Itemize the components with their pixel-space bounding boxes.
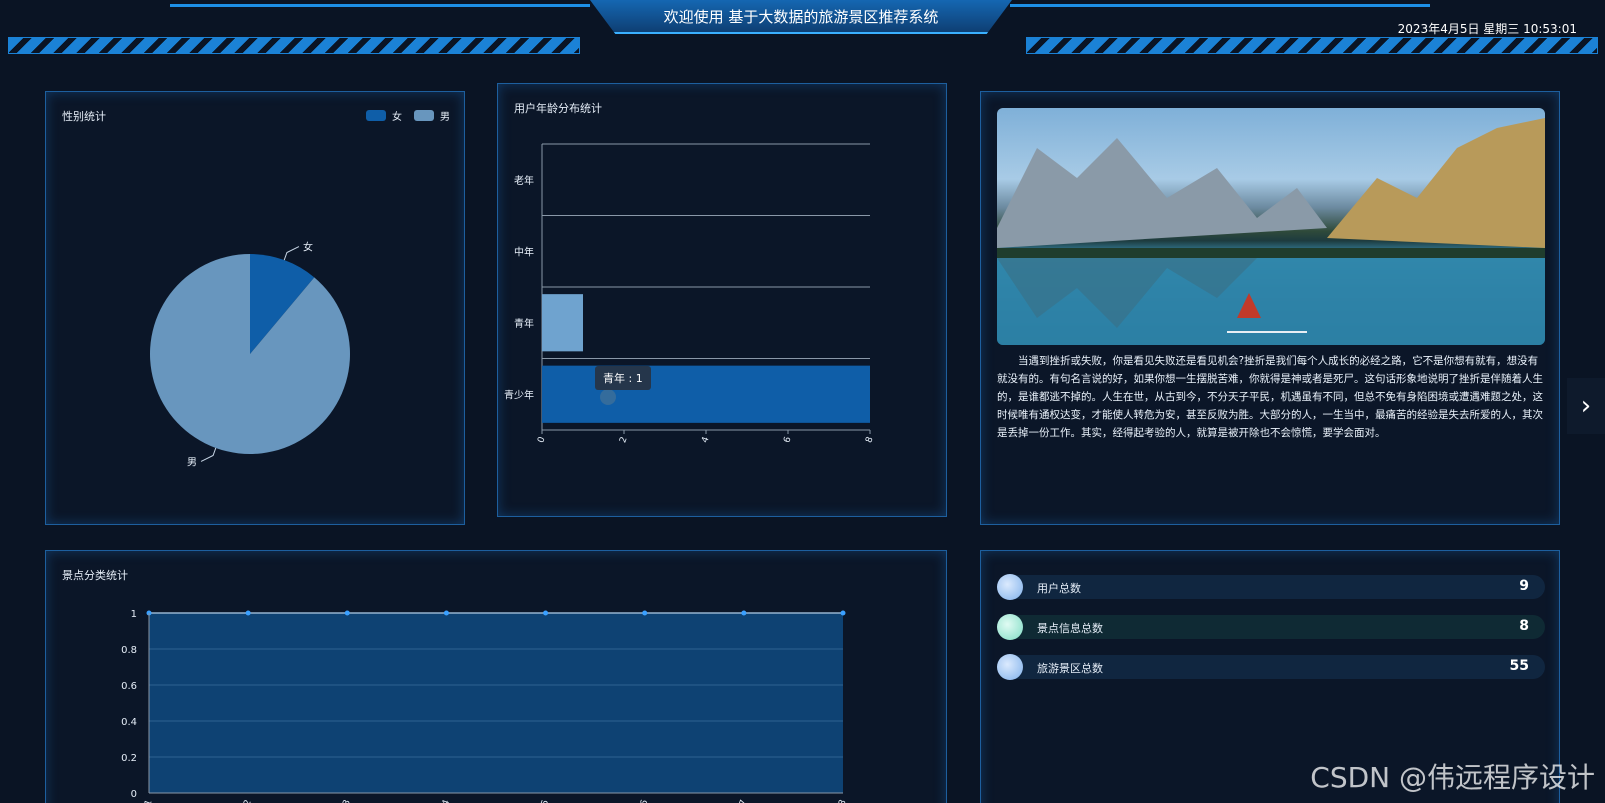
pie-label: 男 [187, 456, 197, 468]
x-tick-label: 3 [342, 799, 353, 803]
y-tick-label: 青年 [514, 317, 534, 330]
y-tick-label: 0.8 [121, 645, 137, 656]
info-panel: 当遇到挫折或失败，你是看见失败还是看见机会?挫折是我们每个人成长的必经之路，它不… [980, 91, 1560, 525]
age-bar-chart: 青少年 青年 中年 老年 0 2 4 6 8 [504, 143, 876, 445]
stat-value: 9 [1519, 578, 1529, 594]
datetime: 2023年4月5日 星期三 10:53:01 [1397, 22, 1577, 36]
stat-label: 旅游景区总数 [1037, 662, 1103, 675]
y-tick-label: 0 [131, 789, 137, 800]
next-arrow-button[interactable]: › [1567, 378, 1605, 434]
stat-row-users: 用户总数 9 [997, 574, 1545, 600]
stat-row-scenic-areas: 旅游景区总数 55 [997, 654, 1545, 680]
x-tick-label: 6 [782, 435, 793, 444]
cursor-icon [600, 389, 616, 405]
y-tick-label: 1 [131, 609, 137, 620]
stat-dot-icon [997, 574, 1023, 600]
x-tick-label: 8 [864, 435, 875, 444]
x-tick-label: 6 [639, 798, 650, 803]
scenic-panel: 景点分类统计 00.20.40.60.8112345678 [45, 550, 947, 803]
x-tick-label: 4 [441, 798, 452, 803]
x-tick-label: 5 [540, 799, 551, 803]
header-stripe-right [1026, 37, 1598, 54]
header: 欢迎使用 基于大数据的旅游景区推荐系统 2023年4月5日 星期三 10:53:… [0, 0, 1605, 62]
chart-tooltip: 青年 : 1 [595, 366, 651, 390]
x-tick-label: 8 [837, 798, 848, 803]
x-tick-label: 2 [242, 799, 253, 803]
stat-value: 55 [1509, 658, 1529, 674]
stat-row-scenic-info: 景点信息总数 8 [997, 614, 1545, 640]
header-decoration-left [170, 4, 590, 14]
pie-slice[interactable] [149, 254, 350, 454]
age-bar[interactable] [542, 294, 583, 352]
x-tick-label: 7 [738, 799, 749, 803]
x-tick-label: 4 [700, 435, 711, 444]
stat-label: 用户总数 [1037, 582, 1081, 595]
y-tick-label: 0.2 [121, 753, 137, 764]
area-point[interactable] [443, 610, 449, 616]
x-tick-label: 0 [536, 435, 547, 444]
stat-dot-icon [997, 614, 1023, 640]
info-paragraph: 当遇到挫折或失败，你是看见失败还是看见机会?挫折是我们每个人成长的必经之路，它不… [997, 355, 1543, 439]
area-point[interactable] [344, 610, 350, 616]
y-tick-label: 中年 [514, 245, 534, 258]
area-point[interactable] [543, 610, 549, 616]
watermark: CSDN @伟远程序设计 [1310, 761, 1595, 794]
area-point[interactable] [840, 610, 846, 616]
area-point[interactable] [741, 610, 747, 616]
area-fill [149, 613, 843, 793]
pie-label-line [200, 447, 217, 462]
dashboard: 欢迎使用 基于大数据的旅游景区推荐系统 2023年4月5日 星期三 10:53:… [0, 0, 1605, 803]
pie-label: 女 [303, 241, 313, 254]
age-panel: 用户年龄分布统计 青少年 青年 中年 老年 0 2 4 6 8 青年 : 1 [497, 83, 947, 517]
age-bar[interactable] [542, 365, 870, 423]
landscape-image [997, 108, 1545, 345]
y-tick-label: 青少年 [504, 388, 534, 401]
y-tick-label: 0.6 [121, 681, 137, 692]
stat-label: 景点信息总数 [1037, 622, 1103, 635]
x-tick-label: 1 [143, 799, 154, 803]
gender-pie-chart: 女男 [149, 241, 350, 468]
header-stripe-left [8, 37, 580, 54]
page-title: 欢迎使用 基于大数据的旅游景区推荐系统 [590, 0, 1012, 34]
area-point[interactable] [245, 610, 251, 616]
stat-value: 8 [1519, 618, 1529, 634]
y-tick-label: 老年 [514, 174, 534, 187]
x-tick-label: 2 [618, 436, 629, 445]
y-tick-label: 0.4 [121, 717, 137, 728]
gender-panel: 性别统计 女 男 女男 [45, 91, 465, 525]
header-decoration-right [1010, 4, 1430, 14]
stat-dot-icon [997, 654, 1023, 680]
scenic-area-chart: 0 0.2 0.4 0.6 0.8 1 1 2 3 4 5 6 7 8 [121, 609, 849, 803]
pie-label-line [283, 246, 300, 261]
area-point[interactable] [642, 610, 648, 616]
